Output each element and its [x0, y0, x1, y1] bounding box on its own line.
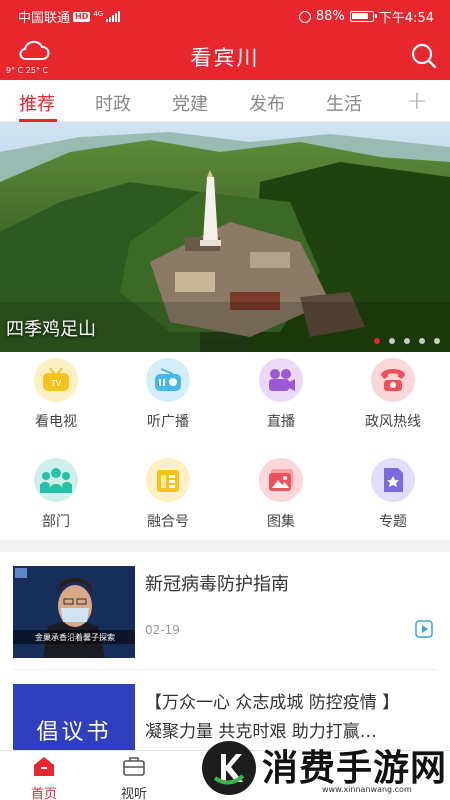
clock: 下午4:54 — [378, 11, 434, 26]
carousel-dot[interactable] — [404, 338, 410, 344]
radio-icon — [146, 358, 190, 402]
watermark-logo-icon — [202, 741, 256, 795]
tab-politics[interactable]: 时政 — [95, 90, 131, 116]
news-thumbnail: 倡议书 — [13, 684, 135, 750]
tab-recommend[interactable]: 推荐 — [19, 90, 55, 116]
tab-party[interactable]: 党建 — [172, 90, 208, 116]
carrier-label: 中国联通 — [18, 11, 71, 26]
page-title: 看宾川 — [190, 46, 260, 70]
tv-icon: TV — [34, 358, 78, 402]
grid-label: 直播 — [267, 414, 295, 430]
news-title[interactable]: 【万众一心 众志成城 防控疫情 】 — [145, 688, 399, 713]
grid-label: 听广播 — [147, 414, 189, 430]
tab-life[interactable]: 生活 — [326, 90, 362, 116]
watermark-text: 消费手游网 — [262, 748, 448, 789]
topic-icon — [371, 458, 415, 502]
add-tab-button[interactable]: + — [406, 86, 428, 116]
home-icon — [34, 757, 54, 776]
carousel-dot[interactable] — [419, 338, 425, 344]
thumbnail-caption: 金巢承香沿着馨子探索 — [35, 633, 115, 642]
card-icon — [146, 458, 190, 502]
nav-label: 视听 — [120, 787, 147, 800]
alarm-icon — [298, 10, 311, 23]
search-button[interactable] — [410, 42, 438, 70]
nav-label: 首页 — [30, 787, 57, 800]
status-bar: 中国联通 HD 4G 88% 下午4:54 — [0, 0, 450, 28]
tab-release[interactable]: 发布 — [249, 90, 285, 116]
search-icon — [411, 43, 437, 69]
camera-icon — [259, 358, 303, 402]
grid-label: 融合号 — [147, 514, 189, 530]
grid-item-tv[interactable]: TV 看电视 — [0, 358, 112, 431]
app-header: 中国联通 HD 4G 88% 下午4:54 9° C 25° C 看宾川 — [0, 0, 450, 80]
category-tabs: 推荐 时政 党建 发布 生活 + — [0, 80, 450, 122]
thumbnail-text: 倡议书 — [36, 720, 112, 745]
grid-label: 部门 — [42, 514, 70, 530]
grid-item-media-account[interactable]: 融合号 — [112, 458, 224, 531]
grid-item-department[interactable]: 部门 — [0, 458, 112, 531]
grid-label: 看电视 — [35, 414, 77, 430]
network-badge: HD — [73, 11, 91, 22]
news-item[interactable]: 金巢承香沿着馨子探索 新冠病毒防护指南 02-19 — [0, 552, 450, 670]
nav-media[interactable]: 视听 — [104, 755, 164, 800]
phone-icon — [371, 358, 415, 402]
svg-text:TV: TV — [50, 379, 62, 388]
grid-item-topic[interactable]: 专题 — [337, 458, 449, 531]
people-icon — [34, 458, 78, 502]
grid-label: 政风热线 — [365, 414, 421, 430]
grid-item-hotline[interactable]: 政风热线 — [337, 358, 449, 431]
grid-label: 图集 — [267, 514, 295, 530]
carousel-dot[interactable] — [389, 338, 395, 344]
nav-home[interactable]: 首页 — [14, 755, 74, 800]
grid-label: 专题 — [379, 514, 407, 530]
banner-caption: 四季鸡足山 — [6, 319, 96, 340]
gallery-icon — [259, 458, 303, 502]
news-title[interactable]: 新冠病毒防护指南 — [145, 570, 289, 596]
section-divider — [0, 540, 450, 552]
battery-icon — [349, 11, 377, 22]
carousel-dot[interactable] — [374, 338, 380, 344]
carousel-dot[interactable] — [434, 338, 440, 344]
grid-item-radio[interactable]: 听广播 — [112, 358, 224, 431]
grid-item-gallery[interactable]: 图集 — [225, 458, 337, 531]
watermark: 消费手游网 www.xinnanwang.com — [198, 735, 450, 800]
banner-carousel[interactable]: 四季鸡足山 — [0, 122, 450, 352]
watermark-url: www.xinnanwang.com — [322, 785, 412, 794]
news-date: 02-19 — [145, 623, 180, 637]
grid-item-live[interactable]: 直播 — [225, 358, 337, 431]
carousel-dots — [374, 338, 440, 344]
battery-percent: 88% — [315, 9, 345, 24]
news-thumbnail: 金巢承香沿着馨子探索 — [13, 566, 135, 658]
signal-icon — [106, 11, 121, 22]
play-video-icon[interactable] — [415, 620, 433, 638]
network-type: 4G — [93, 9, 104, 18]
media-box-icon — [123, 757, 145, 776]
